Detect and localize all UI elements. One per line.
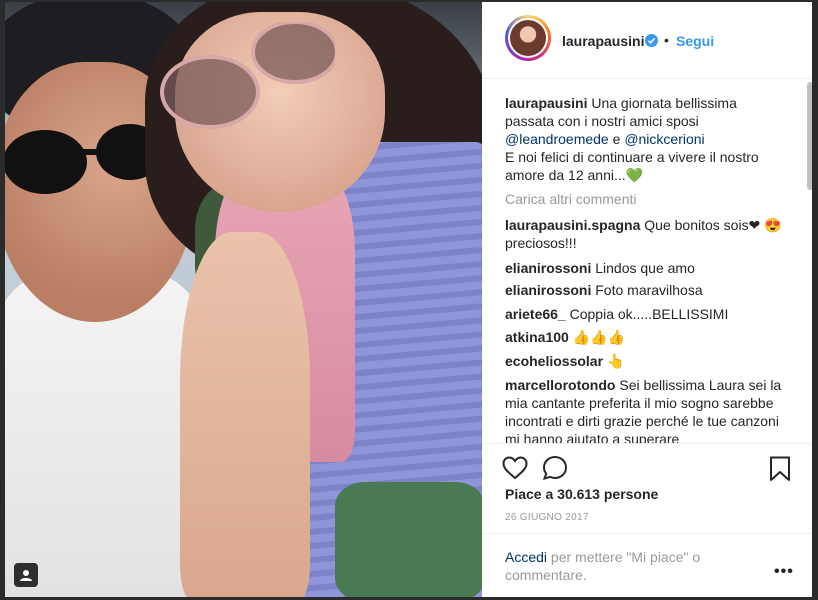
- comment-item: elianirossoni Foto maravilhosa: [505, 281, 785, 299]
- comment-username[interactable]: atkina100: [505, 329, 569, 345]
- heart-icon[interactable]: [502, 456, 528, 480]
- comment-username[interactable]: ariete66_: [505, 306, 566, 322]
- caption-username[interactable]: laurapausini: [505, 95, 587, 111]
- follow-button[interactable]: Segui: [676, 33, 714, 49]
- login-link[interactable]: Accedi: [505, 549, 547, 565]
- comment-username[interactable]: marcellorotondo: [505, 377, 615, 393]
- comment-item: atkina100 👍👍👍: [505, 328, 785, 346]
- comment-text: 👍👍👍: [572, 329, 626, 345]
- comment-username[interactable]: elianirossoni: [505, 260, 591, 276]
- bookmark-icon[interactable]: [769, 456, 791, 482]
- photo-arm: [180, 232, 310, 597]
- comments-list[interactable]: laurapausini Una giornata bellissima pas…: [482, 79, 804, 443]
- post-photo[interactable]: [5, 2, 482, 597]
- post-header: laurapausini • Segui: [482, 2, 812, 79]
- comment-icon[interactable]: [542, 455, 568, 481]
- post-side-panel: laurapausini • Segui laurapausini Una gi…: [482, 2, 812, 597]
- comment-username[interactable]: laurapausini.spagna: [505, 217, 640, 233]
- comment-item: elianirossoni Lindos que amo: [505, 259, 785, 277]
- header-separator: •: [664, 32, 669, 48]
- photo-green-bag: [335, 482, 482, 597]
- post-date[interactable]: 26 GIUGNO 2017: [505, 512, 589, 523]
- photo-woman-sunglasses: [160, 22, 335, 129]
- caption-text-2: E noi felici di continuare a vivere il n…: [505, 149, 759, 183]
- login-text: Accedi per mettere "Mi piace" o commenta…: [505, 548, 745, 584]
- comment-text: Foto maravilhosa: [595, 282, 703, 298]
- comment-username[interactable]: ecoheliossolar: [505, 353, 603, 369]
- comments-scrollbar[interactable]: [807, 82, 812, 190]
- action-bar: [482, 443, 812, 492]
- likes-count[interactable]: Piace a 30.613 persone: [505, 486, 658, 502]
- post-caption: laurapausini Una giornata bellissima pas…: [505, 94, 785, 184]
- caption-and: e: [612, 131, 621, 147]
- avatar[interactable]: [505, 15, 551, 61]
- comment-item: laurapausini.spagna Que bonitos sois❤ 😍 …: [505, 216, 785, 252]
- mention-link-1[interactable]: @leandroemede: [505, 131, 609, 147]
- comment-item: ecoheliossolar 👆: [505, 352, 785, 370]
- post-modal: laurapausini • Segui laurapausini Una gi…: [5, 2, 812, 597]
- photo-man-sunglasses: [5, 124, 164, 194]
- comment-item: marcellorotondo Sei bellissima Laura sei…: [505, 376, 785, 443]
- comment-text: Lindos que amo: [595, 260, 695, 276]
- comment-text: 👆: [606, 353, 625, 369]
- load-more-comments-button[interactable]: Carica altri commenti: [505, 191, 636, 207]
- mention-link-2[interactable]: @nickcerioni: [624, 131, 704, 147]
- verified-badge-icon: [645, 34, 658, 47]
- user-tag-icon[interactable]: [14, 563, 38, 587]
- comment-item: ariete66_ Coppia ok.....BELLISSIMI: [505, 305, 785, 323]
- comment-text: Coppia ok.....BELLISSIMI: [569, 306, 729, 322]
- comment-username[interactable]: elianirossoni: [505, 282, 591, 298]
- more-options-button[interactable]: •••: [774, 563, 794, 581]
- login-prompt: Accedi per mettere "Mi piace" o commenta…: [482, 533, 812, 597]
- author-username[interactable]: laurapausini: [562, 33, 644, 49]
